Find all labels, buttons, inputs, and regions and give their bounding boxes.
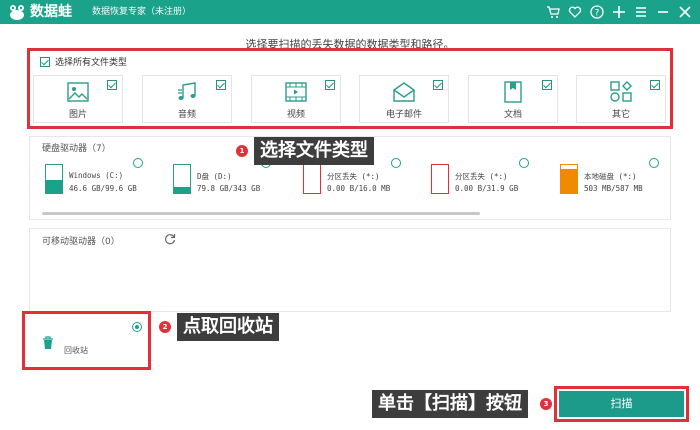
drive-usage-fill <box>46 179 62 193</box>
other-label: 其它 <box>611 110 630 120</box>
drive-radio[interactable] <box>133 158 143 168</box>
drive-item[interactable]: 分区丢失 (*:) 0.00 B/16.0 MB <box>303 162 428 196</box>
drive-size: 0.00 B/31.9 GB <box>455 184 519 193</box>
file-type-document[interactable]: 文档 <box>468 75 558 123</box>
step-2-callout: 点取回收站 <box>177 313 279 341</box>
refresh-icon[interactable] <box>164 233 176 245</box>
drive-radio[interactable] <box>391 158 401 168</box>
removable-drive-panel <box>29 228 671 312</box>
image-checkbox[interactable] <box>107 80 117 90</box>
drive-item[interactable]: 分区丢失 (*:) 0.00 B/31.9 GB <box>431 162 556 196</box>
drive-icon <box>560 164 578 194</box>
scan-button[interactable]: 扫描 <box>559 391 684 417</box>
email-icon <box>393 82 415 102</box>
select-all-checkbox[interactable]: 选择所有文件类型 <box>40 55 127 68</box>
plus-icon[interactable] <box>610 3 628 21</box>
drive-item[interactable]: Windows (C:) 46.6 GB/99.6 GB <box>45 162 170 196</box>
other-icon <box>610 81 632 102</box>
svg-text:?: ? <box>595 9 600 19</box>
trash-icon <box>43 336 53 349</box>
file-type-email[interactable]: 电子邮件 <box>359 75 449 123</box>
drive-radio[interactable] <box>519 158 529 168</box>
drive-item[interactable]: D盘 (D:) 79.8 GB/343 GB <box>173 162 298 196</box>
drive-usage-fill <box>561 168 577 193</box>
select-all-check[interactable] <box>40 56 50 67</box>
title-bar: 数据蛙 数据恢复专家（未注册） ? <box>0 0 700 24</box>
document-checkbox[interactable] <box>542 80 552 90</box>
drive-scrollbar[interactable] <box>42 212 480 215</box>
file-type-video[interactable]: 视频 <box>251 75 341 123</box>
removable-drive-title: 可移动驱动器（0） <box>42 237 120 247</box>
document-label: 文档 <box>503 110 522 120</box>
heart-icon[interactable] <box>566 3 584 21</box>
audio-checkbox[interactable] <box>216 80 226 90</box>
step-2-badge: 2 <box>159 321 171 333</box>
file-type-audio[interactable]: 音频 <box>142 75 232 123</box>
image-icon <box>67 82 89 102</box>
file-type-other[interactable]: 其它 <box>576 75 666 123</box>
minimize-icon[interactable] <box>654 3 672 21</box>
drive-radio[interactable] <box>649 158 659 168</box>
video-label: 视频 <box>286 110 305 120</box>
file-type-image[interactable]: 图片 <box>33 75 123 123</box>
video-checkbox[interactable] <box>325 80 335 90</box>
drive-name: 分区丢失 (*:) <box>327 172 380 181</box>
drive-name: 本地磁盘 (*:) <box>584 172 637 181</box>
drive-name: D盘 (D:) <box>197 172 232 181</box>
drive-size: 503 MB/587 MB <box>584 184 643 193</box>
drive-usage-fill <box>174 186 190 193</box>
hard-drive-title: 硬盘驱动器（7） <box>42 144 111 154</box>
drive-item[interactable]: 本地磁盘 (*:) 503 MB/587 MB <box>560 162 685 196</box>
drive-size: 0.00 B/16.0 MB <box>327 184 391 193</box>
drive-icon <box>173 164 191 194</box>
frog-logo-icon <box>10 5 24 20</box>
step-1-callout: 选择文件类型 <box>254 137 374 165</box>
drive-icon <box>303 164 321 194</box>
app-name: 数据蛙 <box>30 4 72 20</box>
drive-size: 46.6 GB/99.6 GB <box>69 184 137 193</box>
cart-icon[interactable] <box>544 3 562 21</box>
title-bar-icons: ? <box>544 3 694 21</box>
recycle-bin-radio[interactable] <box>132 322 142 332</box>
video-icon <box>285 82 307 102</box>
drive-icon <box>431 164 449 194</box>
drive-icon <box>45 164 63 194</box>
email-checkbox[interactable] <box>433 80 443 90</box>
drive-size: 79.8 GB/343 GB <box>197 184 261 193</box>
help-icon[interactable]: ? <box>588 3 606 21</box>
drive-name: Windows (C:) <box>69 171 124 180</box>
audio-label: 音频 <box>177 110 196 120</box>
step-3-callout: 单击【扫描】按钮 <box>372 390 528 418</box>
close-icon[interactable] <box>676 3 694 21</box>
step-1-badge: 1 <box>236 145 248 157</box>
menu-icon[interactable] <box>632 3 650 21</box>
app-subtitle: 数据恢复专家（未注册） <box>92 7 192 17</box>
image-label: 图片 <box>68 110 87 120</box>
recycle-bin-label: 回收站 <box>64 346 88 355</box>
step-3-badge: 3 <box>540 398 552 410</box>
select-all-label: 选择所有文件类型 <box>55 58 128 68</box>
drive-name: 分区丢失 (*:) <box>455 172 508 181</box>
music-icon <box>178 82 196 100</box>
email-label: 电子邮件 <box>385 110 422 120</box>
document-icon <box>504 81 522 103</box>
other-checkbox[interactable] <box>650 80 660 90</box>
